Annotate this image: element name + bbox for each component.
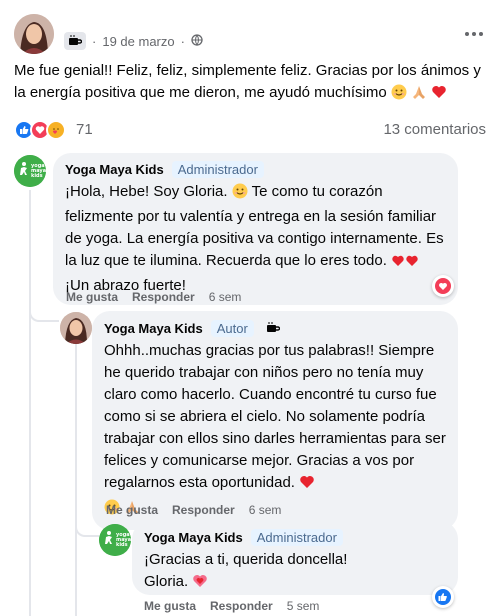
yoga-maya-kids-logo[interactable]: yoga maya kids [99,524,131,556]
nested-reply-actions: Me gusta Responder 5 sem [144,599,319,613]
comment-author[interactable]: Yoga Maya Kids [65,162,164,177]
coffee-cup-icon [64,32,86,50]
reply-author[interactable]: Yoga Maya Kids [104,321,203,336]
like-button[interactable]: Me gusta [144,599,196,613]
reaction-count[interactable]: 71 [76,121,93,138]
svg-text:kids: kids [31,173,43,179]
post-date[interactable]: 19 de marzo [102,34,174,49]
reply-bubble: Yoga Maya Kids Autor Ohhh..muchas gracia… [92,311,458,530]
thread-connector [29,190,31,616]
globe-icon [191,33,203,49]
reaction-icons[interactable] [14,120,66,140]
reply-time[interactable]: 6 sem [249,503,282,517]
post-meta: · 19 de marzo · [64,32,203,50]
comments-count-link[interactable]: 13 comentarios [383,121,486,138]
meta-separator: · [92,33,97,49]
author-avatar[interactable] [60,312,92,344]
post-body: Me fue genial!! Feliz, feliz, simplement… [14,60,492,107]
post-header: · 19 de marzo · [14,14,486,58]
reply-thread-connector [75,340,77,616]
admin-badge: Administrador [171,161,264,178]
meta-separator-2: · [180,33,185,49]
nested-reply-text: ¡Gracias a ti, querida doncella! Gloria. [144,549,446,596]
svg-text:kids: kids [116,542,128,548]
sparkling-hearts-icon [391,252,419,275]
comment-bubble: Yoga Maya Kids Administrador ¡Hola, Hebe… [53,153,458,305]
like-button[interactable]: Me gusta [66,290,118,304]
reply-button[interactable]: Responder [132,290,195,304]
author-avatar[interactable] [14,14,54,54]
nested-reply-time[interactable]: 5 sem [287,599,320,613]
smiling-face-icon [391,84,407,107]
like-button[interactable]: Me gusta [106,503,158,517]
reply-button[interactable]: Responder [210,599,273,613]
comment-time[interactable]: 6 sem [209,290,242,304]
praying-hands-icon [411,84,427,107]
care-reaction-icon [46,120,66,140]
comment-text: ¡Hola, Hebe! Soy Gloria. Te como tu cora… [65,183,444,294]
comment-actions: Me gusta Responder 6 sem [66,290,241,304]
red-heart-icon [431,84,447,107]
growing-heart-icon [192,573,208,596]
nested-reply-author[interactable]: Yoga Maya Kids [144,530,243,545]
coffee-cup-icon [262,319,284,337]
love-reaction-badge[interactable] [432,275,454,297]
reactions-summary: 71 13 comentarios [14,118,486,142]
nested-reply-bubble: Yoga Maya Kids Administrador ¡Gracias a … [132,521,458,595]
yoga-maya-kids-logo[interactable]: yoga maya kids [14,155,46,187]
more-options-button[interactable] [462,24,486,44]
reply-connector [29,300,59,322]
red-heart-icon [299,474,315,497]
reply-button[interactable]: Responder [172,503,235,517]
smiling-face-icon [232,183,248,206]
admin-badge: Administrador [250,529,343,546]
like-reaction-badge[interactable] [432,586,454,608]
author-badge: Autor [210,319,254,337]
reply-text: Ohhh..muchas gracias por tus palabras!! … [104,340,446,522]
reply-actions: Me gusta Responder 6 sem [106,503,281,517]
